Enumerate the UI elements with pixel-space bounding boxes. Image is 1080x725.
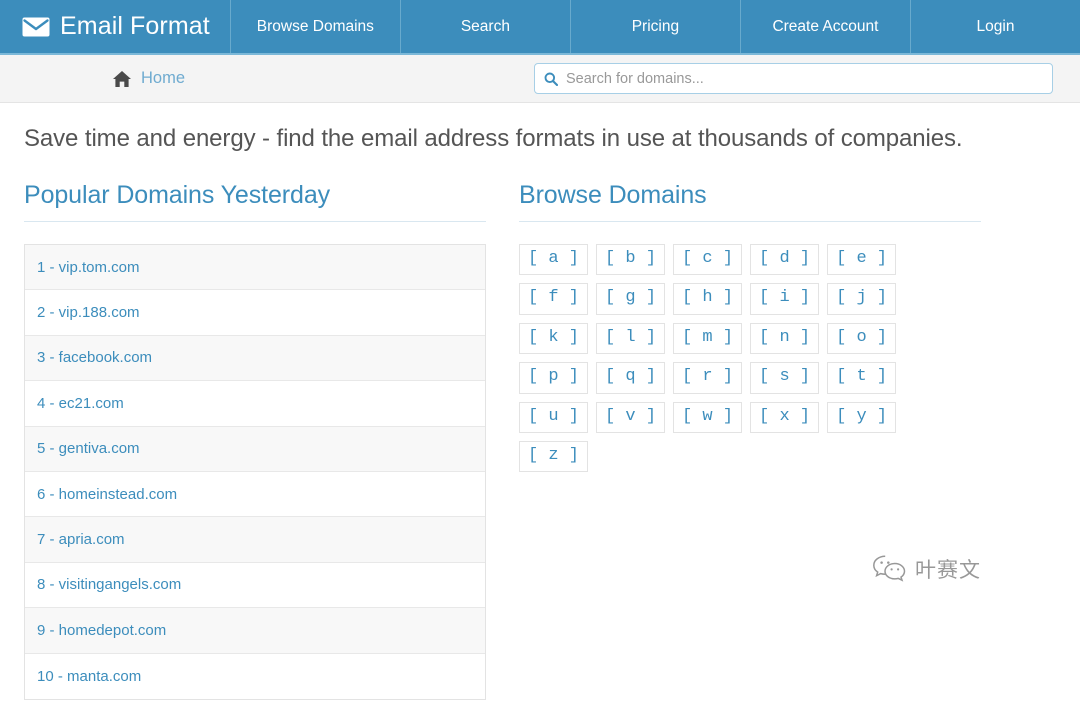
letter-link-g[interactable]: [ g ] <box>596 283 666 315</box>
letter-link-r[interactable]: [ r ] <box>673 362 743 394</box>
nav-links: Browse Domains Search Pricing Create Acc… <box>229 0 1080 53</box>
list-item[interactable]: 1 - vip.tom.com <box>25 245 485 291</box>
domain-link[interactable]: 6 - homeinstead.com <box>37 486 177 503</box>
nav-item-browse-domains[interactable]: Browse Domains <box>229 0 400 53</box>
letter-link-j[interactable]: [ j ] <box>827 283 897 315</box>
brand-label: Email Format <box>60 12 210 40</box>
list-item[interactable]: 7 - apria.com <box>25 517 485 563</box>
search-input[interactable] <box>566 70 1043 87</box>
browse-domains-title: Browse Domains <box>519 181 981 222</box>
domain-link[interactable]: 2 - vip.188.com <box>37 304 140 321</box>
list-item[interactable]: 10 - manta.com <box>25 653 485 699</box>
domain-link[interactable]: 4 - ec21.com <box>37 395 124 412</box>
domain-link[interactable]: 7 - apria.com <box>37 531 125 548</box>
main-content: Save time and energy - find the email ad… <box>0 125 1080 700</box>
letter-link-w[interactable]: [ w ] <box>673 401 743 433</box>
list-item[interactable]: 9 - homedepot.com <box>25 608 485 654</box>
breadcrumb-link-home[interactable]: Home <box>141 69 185 88</box>
list-item[interactable]: 2 - vip.188.com <box>25 290 485 336</box>
nav-item-login[interactable]: Login <box>909 0 1080 53</box>
letter-link-z[interactable]: [ z ] <box>519 440 589 473</box>
search-container <box>534 63 1053 94</box>
letter-link-v[interactable]: [ v ] <box>596 401 666 433</box>
domain-link[interactable]: 8 - visitingangels.com <box>37 576 181 593</box>
list-item[interactable]: 3 - facebook.com <box>25 335 485 382</box>
envelope-icon <box>22 17 50 37</box>
domain-link[interactable]: 9 - homedepot.com <box>37 622 166 639</box>
search-icon <box>544 72 558 86</box>
letter-link-o[interactable]: [ o ] <box>827 322 897 355</box>
nav-item-search[interactable]: Search <box>399 0 570 53</box>
list-item[interactable]: 6 - homeinstead.com <box>25 471 485 518</box>
list-item[interactable]: 5 - gentiva.com <box>25 426 485 472</box>
letter-link-f[interactable]: [ f ] <box>519 283 589 315</box>
letter-link-m[interactable]: [ m ] <box>673 322 743 355</box>
popular-domains-title: Popular Domains Yesterday <box>24 181 486 222</box>
letter-link-b[interactable]: [ b ] <box>596 244 666 276</box>
page-tagline: Save time and energy - find the email ad… <box>24 125 963 152</box>
watermark-text: 叶赛文 <box>915 558 981 582</box>
letter-link-x[interactable]: [ x ] <box>750 401 820 433</box>
domain-link[interactable]: 1 - vip.tom.com <box>37 259 140 276</box>
breadcrumb-bar: Home <box>0 55 1080 103</box>
nav-item-pricing[interactable]: Pricing <box>569 0 740 53</box>
popular-domains-list: 1 - vip.tom.com 2 - vip.188.com 3 - face… <box>24 244 486 700</box>
letter-link-h[interactable]: [ h ] <box>673 283 743 315</box>
browse-domains-section: Browse Domains [ a ] [ b ] [ c ] [ d ] [… <box>519 181 981 700</box>
letter-link-a[interactable]: [ a ] <box>519 244 589 276</box>
domain-link[interactable]: 10 - manta.com <box>37 668 141 685</box>
letter-link-s[interactable]: [ s ] <box>750 362 820 394</box>
letter-link-n[interactable]: [ n ] <box>750 322 820 355</box>
popular-domains-section: Popular Domains Yesterday 1 - vip.tom.co… <box>24 181 486 700</box>
letter-link-d[interactable]: [ d ] <box>750 244 820 276</box>
letter-link-q[interactable]: [ q ] <box>596 362 666 394</box>
letter-link-e[interactable]: [ e ] <box>827 244 897 276</box>
domain-link[interactable]: 5 - gentiva.com <box>37 440 140 457</box>
watermark: 叶赛文 <box>872 554 981 584</box>
domain-link[interactable]: 3 - facebook.com <box>37 349 152 366</box>
letter-link-k[interactable]: [ k ] <box>519 322 589 355</box>
letter-link-y[interactable]: [ y ] <box>827 401 897 433</box>
search-box[interactable] <box>534 63 1053 94</box>
letter-link-l[interactable]: [ l ] <box>596 322 666 355</box>
letter-link-c[interactable]: [ c ] <box>673 244 743 276</box>
letter-link-p[interactable]: [ p ] <box>519 362 589 394</box>
home-icon <box>112 70 132 88</box>
breadcrumb: Home <box>112 69 185 88</box>
list-item[interactable]: 8 - visitingangels.com <box>25 562 485 609</box>
list-item[interactable]: 4 - ec21.com <box>25 381 485 427</box>
wechat-icon <box>872 554 908 584</box>
alphabet-links: [ a ] [ b ] [ c ] [ d ] [ e ] [ f ] [ g … <box>519 244 959 473</box>
brand-logo[interactable]: Email Format <box>0 0 230 53</box>
letter-link-t[interactable]: [ t ] <box>827 362 897 394</box>
letter-link-u[interactable]: [ u ] <box>519 401 589 433</box>
content-columns: Popular Domains Yesterday 1 - vip.tom.co… <box>24 181 1056 700</box>
letter-link-i[interactable]: [ i ] <box>750 283 820 315</box>
top-navbar: Email Format Browse Domains Search Prici… <box>0 0 1080 55</box>
nav-item-create-account[interactable]: Create Account <box>739 0 910 53</box>
